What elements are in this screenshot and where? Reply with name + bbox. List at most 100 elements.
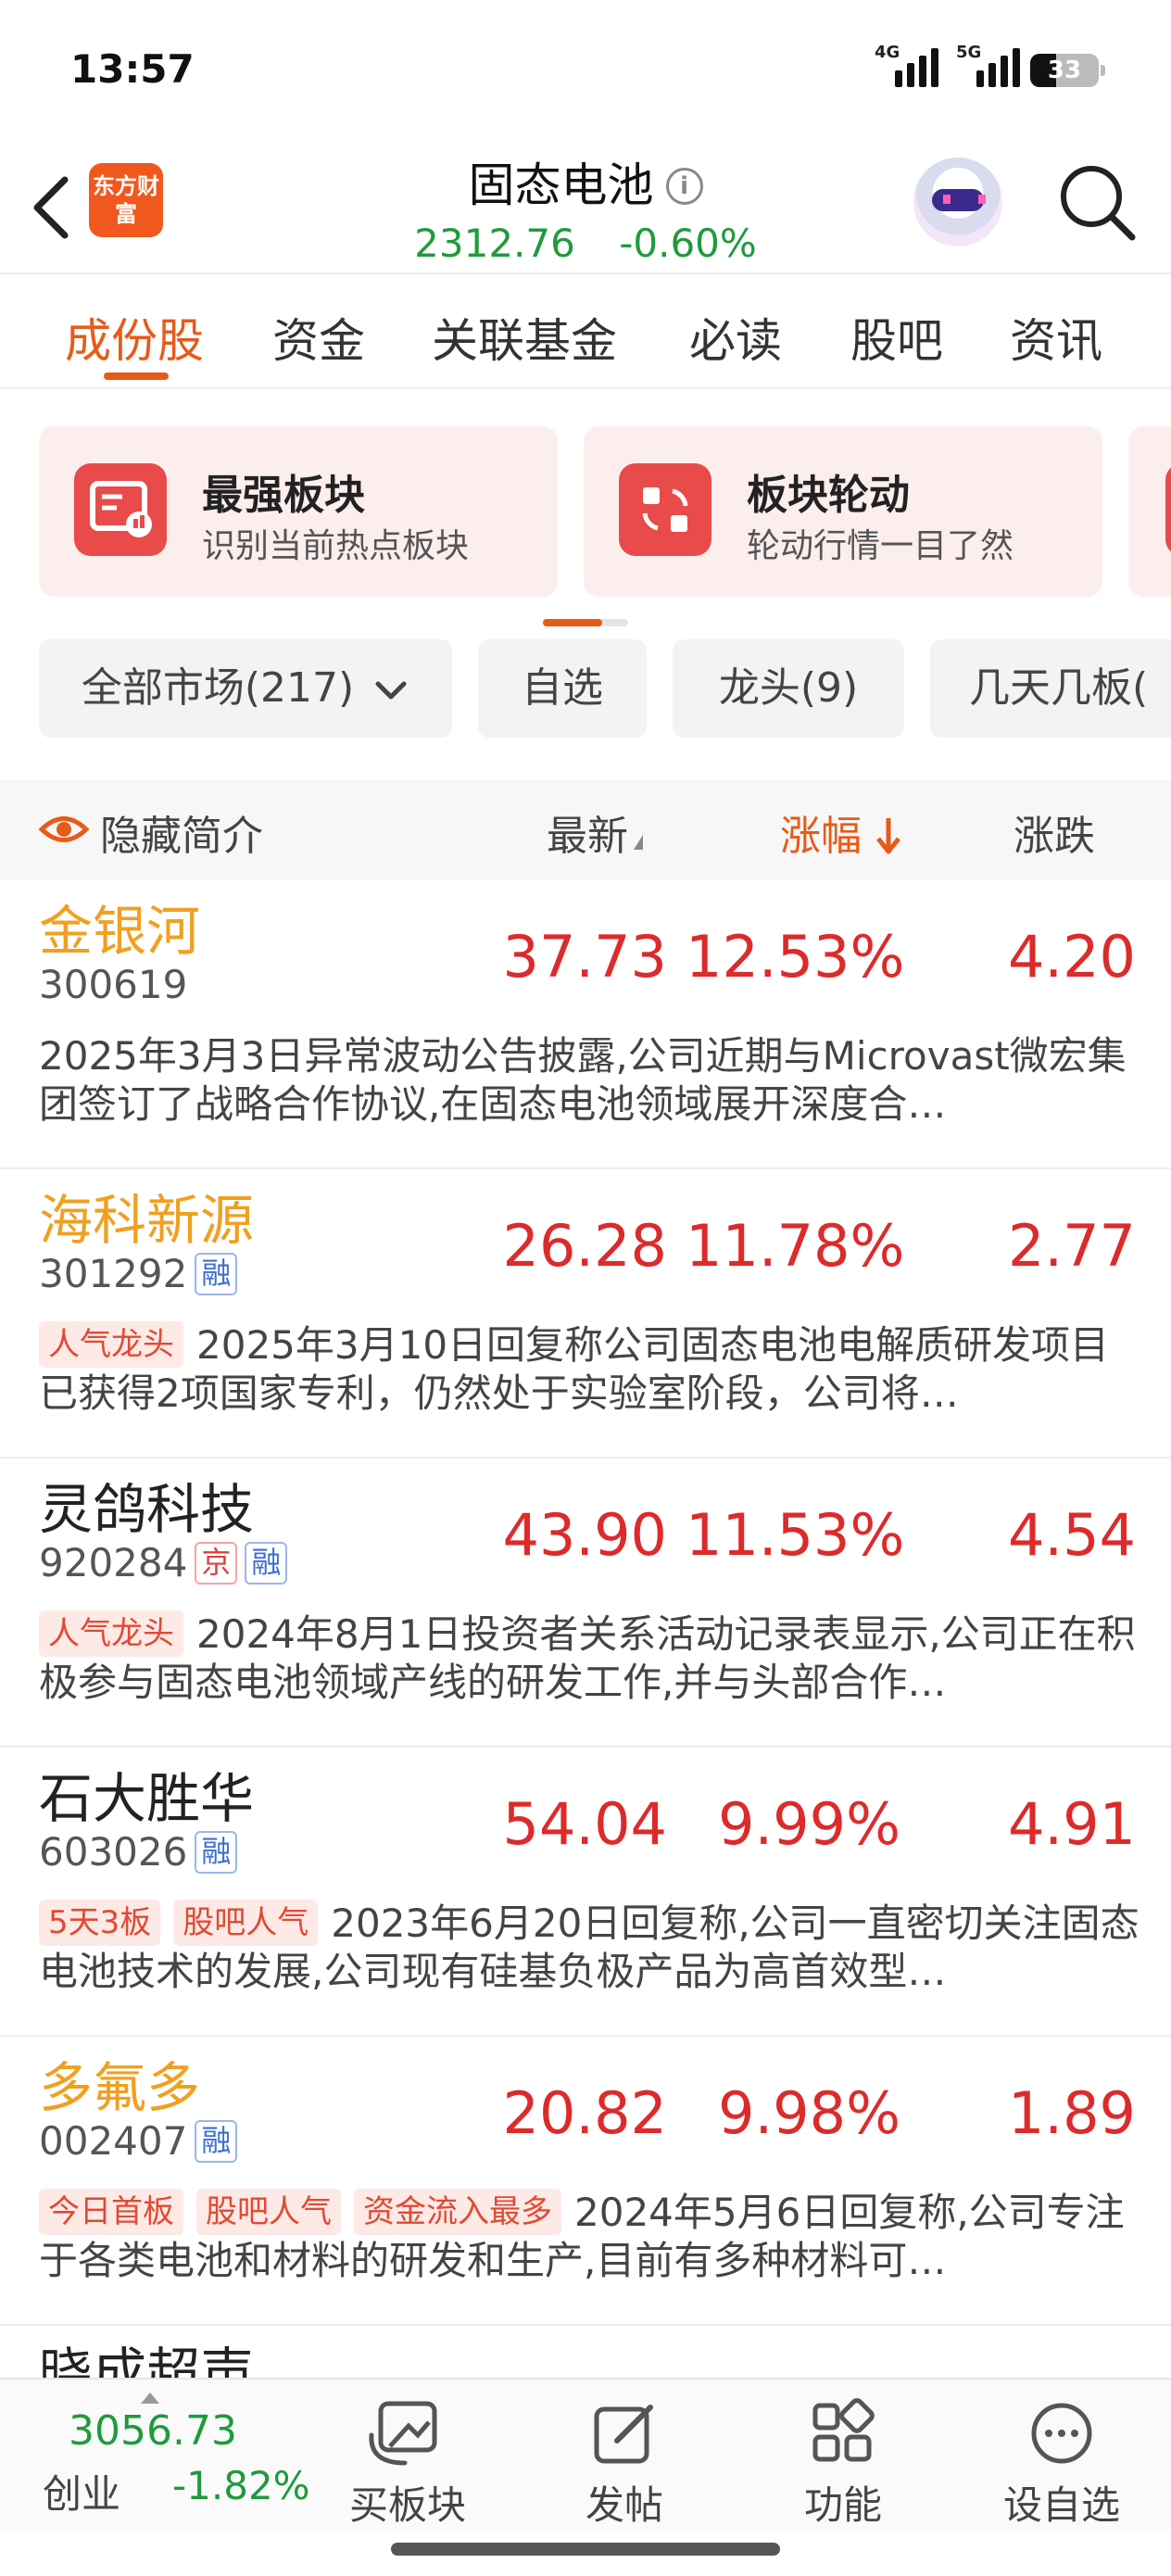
- table-header: 隐藏简介 最新 涨幅 涨跌: [0, 780, 1171, 880]
- margin-badge: 融: [195, 1831, 238, 1874]
- sort-down-arrow-icon: [876, 818, 900, 854]
- column-latest[interactable]: 最新: [547, 802, 643, 862]
- margin-badge: 融: [245, 1542, 288, 1585]
- tab-bar: 成份股 资金 关联基金 必读 股吧 资讯: [0, 276, 1171, 389]
- buy-sector-icon: [369, 2401, 437, 2466]
- stock-change: 4.20: [1007, 923, 1136, 991]
- stock-tag: 今日首板: [39, 2189, 183, 2235]
- stock-name: 海科新源: [39, 1189, 255, 1252]
- chevron-down-icon: [375, 681, 407, 700]
- column-change-pct[interactable]: 涨幅: [780, 802, 902, 862]
- table-row[interactable]: 金银河 300619 37.73 12.53% 4.20 2025年3月3日异常…: [0, 880, 1171, 1169]
- filter-chips: 全部市场(217) 自选 龙头(9) 几天几板(: [0, 639, 1171, 741]
- market-index-name[interactable]: 创业: [43, 2463, 120, 2519]
- feature-cards: 最强板块 识别当前热点板块 板块轮动 轮动行情一目了然: [0, 426, 1171, 599]
- home-indicator[interactable]: [391, 2543, 780, 2556]
- carousel-indicator: [543, 619, 628, 626]
- card-sector-rotation[interactable]: 板块轮动 轮动行情一目了然: [584, 426, 1102, 597]
- stock-description: 今日首板 股吧人气 资金流入最多 2024年5月6日回复称,公司专注于各类电池和材料的…: [39, 2189, 1125, 2283]
- stock-code: 603026 融: [39, 1829, 238, 1875]
- stock-code: 920284 京融: [39, 1540, 288, 1585]
- app-logo: 东方财富: [89, 163, 163, 237]
- stock-price: 54.04: [502, 1790, 668, 1858]
- market-index-value[interactable]: 3056.73: [69, 2407, 237, 2455]
- info-icon[interactable]: i: [665, 168, 703, 205]
- sort-indicator-icon: [634, 835, 643, 850]
- stock-tag: 资金流入最多: [354, 2189, 561, 2235]
- stock-price: 37.73: [502, 923, 668, 991]
- stock-description: 5天3板 股吧人气 2023年6月20日回复称,公司一直密切关注固态电池技术的发展,…: [39, 1900, 1140, 1994]
- margin-badge: 融: [195, 1253, 238, 1295]
- stock-description: 人气龙头 2025年3月10日回复称公司固态电池电解质研发项目已获得2项国家专利，…: [39, 1321, 1110, 1416]
- stock-change-pct: 11.53%: [686, 1501, 905, 1569]
- stock-code: 002407 融: [39, 2118, 238, 2164]
- card-title: 最强板块: [202, 472, 365, 519]
- table-row[interactable]: 石大胜华 603026 融 54.04 9.99% 4.91 5天3板 股吧人气 20…: [0, 1748, 1171, 2037]
- stock-price: 26.28: [502, 1212, 668, 1280]
- sector-rotation-icon: [619, 463, 711, 556]
- stock-price: 43.90: [502, 1501, 668, 1569]
- signal-5g-icon: 5G: [956, 43, 1020, 87]
- functions-button[interactable]: 功能: [769, 2389, 917, 2528]
- top-header: 东方财富 固态电池 i 2312.76 -0.60%: [0, 139, 1171, 274]
- buy-sector-button[interactable]: 买板块: [334, 2389, 482, 2528]
- stock-name: 灵鸽科技: [39, 1478, 255, 1541]
- expand-up-icon[interactable]: [141, 2393, 159, 2404]
- table-row[interactable]: 海科新源 301292 融 26.28 11.78% 2.77 人气龙头 2025年…: [0, 1169, 1171, 1458]
- filter-limit-up-days[interactable]: 几天几板(: [930, 639, 1171, 738]
- tab-constituents[interactable]: 成份股: [65, 304, 204, 371]
- stock-change-pct: 11.78%: [686, 1212, 905, 1280]
- margin-badge: 融: [195, 2120, 238, 2163]
- toggle-intro-label[interactable]: 隐藏简介: [100, 802, 263, 862]
- stock-change: 4.54: [1007, 1501, 1136, 1569]
- strongest-sector-icon: [74, 463, 167, 556]
- column-change[interactable]: 涨跌: [1014, 802, 1095, 862]
- market-index-change[interactable]: -1.82%: [172, 2463, 310, 2508]
- stock-change-pct: 9.98%: [718, 2079, 900, 2147]
- card-subtitle: 轮动行情一目了然: [747, 527, 1014, 565]
- tab-forum[interactable]: 股吧: [850, 304, 943, 371]
- grid-icon: [812, 2398, 875, 2462]
- stock-name: 多氟多: [39, 2056, 201, 2119]
- compose-icon: [594, 2405, 653, 2464]
- back-arrow-icon[interactable]: [24, 170, 80, 245]
- bse-badge: 京: [195, 1542, 238, 1585]
- stock-change: 4.91: [1007, 1790, 1136, 1858]
- stock-change-pct: 12.53%: [686, 923, 905, 991]
- filter-leaders[interactable]: 龙头(9): [673, 639, 904, 738]
- stock-name: 金银河: [39, 900, 201, 963]
- filter-all-markets[interactable]: 全部市场(217): [39, 639, 452, 738]
- tab-news[interactable]: 资讯: [1010, 304, 1102, 371]
- table-row[interactable]: 多氟多 002407 融 20.82 9.98% 1.89 今日首板 股吧人气 资金流…: [0, 2037, 1171, 2326]
- stock-change-pct: 9.99%: [718, 1790, 900, 1858]
- tab-related-funds[interactable]: 关联基金: [432, 304, 617, 371]
- sector-index-change: -0.60%: [619, 221, 757, 266]
- partial-card-icon: [1165, 463, 1171, 556]
- active-tab-indicator: [104, 373, 169, 380]
- sector-index-value: 2312.76: [414, 221, 575, 266]
- page-title: 固态电池: [468, 158, 654, 212]
- stock-tag: 人气龙头: [39, 1321, 183, 1368]
- signal-4g-icon: 4G: [875, 43, 938, 87]
- search-icon[interactable]: [1056, 161, 1140, 245]
- tab-funds[interactable]: 资金: [272, 304, 365, 371]
- table-row[interactable]: 灵鸽科技 920284 京融 43.90 11.53% 4.54 人气龙头 2024…: [0, 1458, 1171, 1748]
- assistant-robot-icon[interactable]: [913, 158, 1002, 246]
- card-title: 板块轮动: [747, 472, 910, 519]
- tab-must-read[interactable]: 必读: [689, 304, 782, 371]
- status-time: 13:57: [70, 46, 195, 92]
- partial-row-name[interactable]: 晓成超声: [39, 2341, 254, 2378]
- eye-icon[interactable]: [38, 808, 90, 851]
- stock-name: 石大胜华: [39, 1767, 255, 1830]
- card-strongest-sector[interactable]: 最强板块 识别当前热点板块: [39, 426, 558, 597]
- stock-description: 2025年3月3日异常波动公告披露,公司近期与Microvast微宏集团签订了战…: [39, 1033, 1127, 1127]
- card-partial[interactable]: [1128, 426, 1171, 597]
- add-watchlist-button[interactable]: 设自选: [988, 2389, 1136, 2528]
- bottom-toolbar: 3056.73 创业 -1.82% 买板块 发帖 功能 设自选: [0, 2378, 1171, 2530]
- filter-watchlist[interactable]: 自选: [478, 639, 647, 738]
- compose-post-button[interactable]: 发帖: [550, 2389, 699, 2528]
- stock-change: 1.89: [1007, 2079, 1136, 2147]
- stock-code: 300619: [39, 962, 188, 1007]
- stock-price: 20.82: [502, 2079, 668, 2147]
- stock-code: 301292 融: [39, 1251, 238, 1296]
